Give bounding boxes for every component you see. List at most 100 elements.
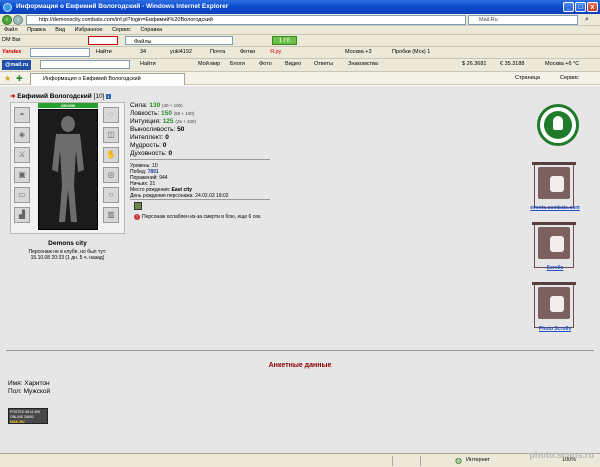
mailru-link-video[interactable]: Видео	[285, 59, 301, 69]
bracers-slot[interactable]: ◫	[103, 127, 119, 143]
toolbar-dm: DM Bar Файлы 1 Гб	[0, 35, 600, 47]
stat-breakdown: (25 + 100)	[175, 119, 196, 124]
weapon-slot[interactable]: ⚔	[14, 147, 30, 163]
notice-text: Персонаж ослаблен из-за смерти в бою, ещ…	[142, 214, 262, 220]
yandex-counter[interactable]: 34	[140, 47, 146, 57]
mailru-link-myworld[interactable]: Мой мир	[198, 59, 220, 69]
yandex-search-input[interactable]	[30, 48, 90, 57]
death-notice: ! Персонаж ослаблен из-за смерти в бою, е…	[134, 214, 262, 221]
yandex-find-button[interactable]: Найти	[96, 47, 112, 57]
maximize-button[interactable]: □	[575, 2, 586, 12]
combats-logo[interactable]	[537, 104, 579, 146]
mailru-find-button[interactable]: Найти	[140, 59, 156, 69]
boots-slot[interactable]: ▟	[14, 207, 30, 223]
usd-rate: $ 26.3681	[462, 61, 487, 67]
add-favorite-icon[interactable]: ✚	[16, 74, 23, 83]
events-banner[interactable]	[532, 162, 576, 208]
mailru-link-photo[interactable]: Фото	[259, 59, 272, 69]
character-silhouette	[38, 109, 98, 230]
profile-name-value: Харитон	[24, 380, 50, 387]
arrow-icon: ➜	[10, 93, 16, 100]
character-name-line: ➜ Евфимий Вологодский [10] i	[10, 92, 112, 100]
effect-icon[interactable]	[134, 202, 142, 210]
photo-scrolls-link[interactable]: Photo Scrolls	[525, 326, 585, 332]
scrolls-banner[interactable]	[532, 222, 576, 268]
yandex-traffic[interactable]: Пробки (Мск) 1	[392, 47, 430, 57]
yandex-user[interactable]: yukl4192	[170, 47, 192, 57]
stat-label: Выносливость:	[130, 126, 176, 133]
stat-label: Интуиция:	[130, 118, 161, 125]
divider	[130, 159, 270, 160]
watermark: photo.scans.ru	[529, 450, 594, 460]
yandex-mail[interactable]: Почта	[210, 47, 225, 57]
stat-spirituality: Духовность: 0	[130, 150, 270, 158]
mailru-search-input[interactable]	[40, 60, 130, 69]
helmet-slot[interactable]: ◓	[14, 107, 30, 123]
mailru-link-answers[interactable]: Ответы	[314, 59, 333, 69]
files-dropdown[interactable]: Файлы	[125, 36, 233, 45]
url-input[interactable]: http://demonscity.combats.com/inf.pl?log…	[26, 15, 466, 25]
belt-slot[interactable]: ▭	[14, 187, 30, 203]
fist-icon	[550, 236, 564, 252]
warning-icon: !	[134, 214, 140, 220]
favorites-star-icon[interactable]: ★	[4, 74, 11, 83]
ring-slot[interactable]: ○	[103, 187, 119, 203]
visit-counter[interactable]: POSTED 5614 496 ONLINE 26692 MAIL.RU	[8, 408, 48, 424]
stat-wisdom: Мудрость: 0	[130, 142, 270, 150]
menu-help[interactable]: Справка	[140, 26, 162, 35]
menu-favorites[interactable]: Избранное	[75, 26, 103, 35]
mailru-weather[interactable]: Москва +6 °С	[545, 59, 579, 69]
page-menu[interactable]: Страница	[515, 75, 540, 81]
stat-value: 50	[177, 126, 185, 133]
yandex-weather[interactable]: Москва +3	[345, 47, 372, 57]
mailru-link-dating[interactable]: Знакомства	[348, 59, 378, 69]
profile-name-label: Имя:	[8, 380, 23, 387]
red-x-field[interactable]	[88, 36, 118, 45]
earring-slot[interactable]: ◌	[103, 107, 119, 123]
menu-file[interactable]: Файл	[4, 26, 18, 35]
leggings-slot[interactable]: ▥	[103, 207, 119, 223]
search-icon[interactable]: ⌕	[582, 15, 592, 25]
gloves-slot[interactable]: ✋	[103, 147, 119, 163]
zone-label: Интернет	[466, 457, 490, 463]
yandex-ya-ru[interactable]: Я.ру	[270, 47, 281, 57]
eur-rate: € 35.3188	[500, 61, 525, 67]
url-text: http://demonscity.combats.com/inf.pl?log…	[39, 17, 213, 23]
status-bar: ◍ Интернет 100%	[0, 453, 600, 467]
menu-edit[interactable]: Правка	[27, 26, 46, 35]
profile-fields: Имя: Харитон Пол: Мужской	[8, 380, 50, 396]
amulet-slot[interactable]: ◈	[14, 127, 30, 143]
city-name: Demons city	[48, 240, 87, 247]
events-link[interactable]: events.combats.com	[525, 205, 585, 211]
menu-view[interactable]: Вид	[55, 26, 65, 35]
menu-tools[interactable]: Сервис	[112, 26, 131, 35]
window-title-bar: Информация о Евфимий Вологодский - Windo…	[0, 0, 600, 14]
dm-bar-label: DM Bar	[2, 37, 21, 43]
stat-intuition: Интуиция: 125 (25 + 100)	[130, 118, 270, 126]
hp-bar: 430/430	[38, 103, 98, 108]
page-content: ➜ Евфимий Вологодский [10] i ◓ ◈ ⚔ ▣ ▭ ▟…	[0, 86, 600, 453]
minimize-button[interactable]: _	[563, 2, 574, 12]
info-icon[interactable]: i	[106, 94, 112, 99]
search-input[interactable]: Mail.Ru	[468, 15, 578, 25]
scrolls-link[interactable]: Scrolls	[525, 265, 585, 271]
battle-details: Уровень: 10 Побед: 7891 Поражений: 944 Н…	[130, 163, 229, 199]
detail-value: 944	[159, 175, 168, 181]
armor-slot[interactable]: ▣	[14, 167, 30, 183]
mailru-logo[interactable]: @mail.ru	[2, 60, 32, 70]
tools-menu[interactable]: Сервис	[560, 75, 579, 81]
tab-character-info[interactable]: Информация о Евфимий Вологодский	[30, 73, 185, 85]
mailru-link-blogs[interactable]: Блоги	[230, 59, 245, 69]
close-button[interactable]: x	[587, 2, 598, 12]
back-icon[interactable]: ‹	[2, 15, 12, 25]
stat-value: 0	[162, 142, 167, 149]
photo-scrolls-banner[interactable]	[532, 282, 576, 328]
counter-line-3: MAIL.RU	[10, 420, 25, 424]
stat-strength: Сила: 130 (30 + 100)	[130, 102, 270, 110]
yandex-logo[interactable]: Yandex	[2, 47, 21, 57]
forward-icon[interactable]: ›	[13, 15, 23, 25]
yandex-photos[interactable]: Фотки	[240, 47, 255, 57]
shield-slot[interactable]: ◎	[103, 167, 119, 183]
stat-label: Интеллект:	[130, 134, 164, 141]
stat-label: Мудрость:	[130, 142, 161, 149]
